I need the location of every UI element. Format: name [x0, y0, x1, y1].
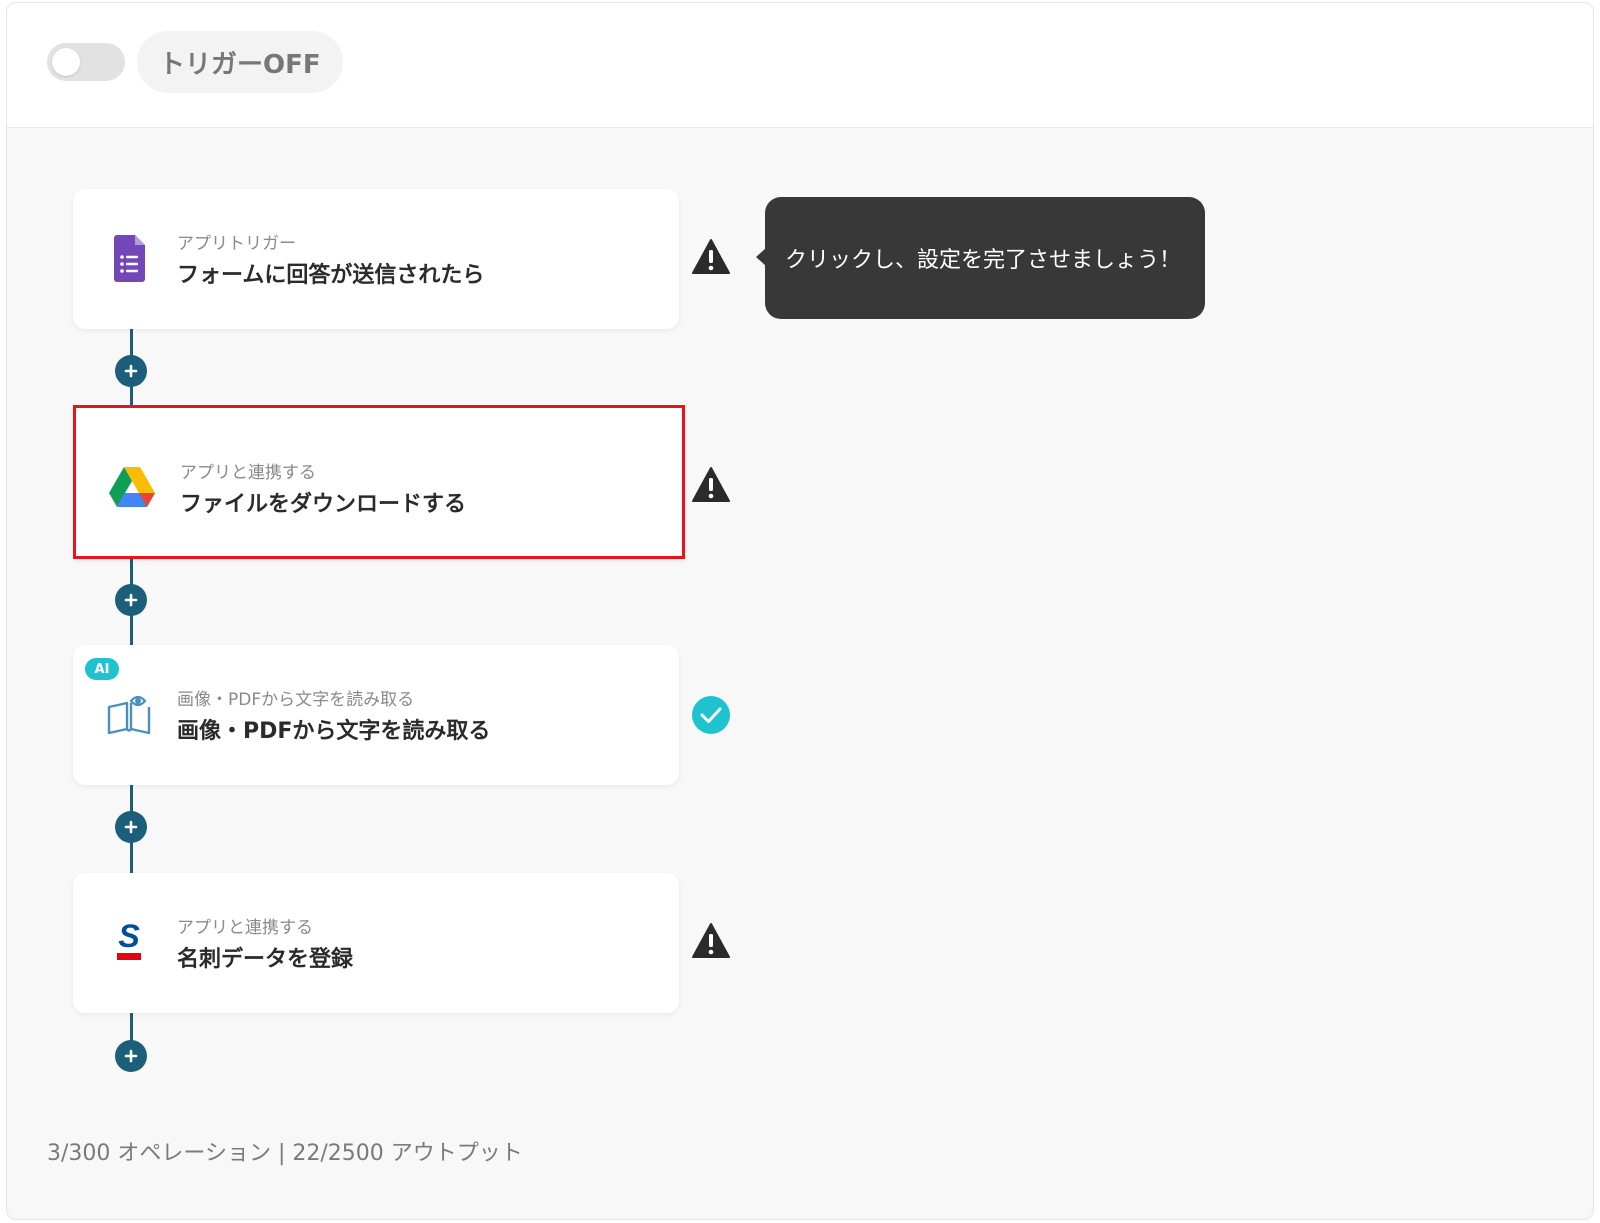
- add-step-button[interactable]: [115, 355, 147, 387]
- flow-editor: トリガーOFF アプリトリガー フォームに回答が送信されたら クリックし、設定を…: [6, 2, 1594, 1220]
- trigger-toggle[interactable]: [47, 43, 125, 81]
- add-step-button[interactable]: [115, 811, 147, 843]
- usage-counter: 3/300 オペレーション | 22/2500 アウトプット: [47, 1141, 523, 1166]
- top-bar: トリガーOFF: [7, 3, 1593, 128]
- step-card-drive-download[interactable]: アプリと連携する ファイルをダウンロードする: [73, 405, 685, 559]
- step-title: ファイルをダウンロードする: [180, 492, 467, 517]
- ai-badge: AI: [85, 658, 119, 680]
- step-category: アプリと連携する: [177, 918, 313, 938]
- check-complete-icon[interactable]: [691, 695, 731, 735]
- step-title: 名刺データを登録: [177, 947, 354, 972]
- trigger-status-label: トリガーOFF: [137, 31, 343, 93]
- warning-icon[interactable]: [691, 921, 731, 961]
- step-card-sansan[interactable]: S アプリと連携する 名刺データを登録: [73, 873, 679, 1013]
- warning-icon[interactable]: [691, 237, 731, 277]
- step-card-ocr[interactable]: 画像・PDFから文字を読み取る 画像・PDFから文字を読み取る: [73, 645, 679, 785]
- setup-tooltip: クリックし、設定を完了させましょう！: [756, 197, 1205, 319]
- warning-icon[interactable]: [691, 465, 731, 505]
- google-forms-icon: [114, 235, 145, 282]
- tooltip-text: クリックし、設定を完了させましょう！: [785, 248, 1182, 273]
- ocr-book-icon: [107, 695, 151, 735]
- svg-text:S: S: [118, 918, 140, 954]
- toggle-knob: [52, 48, 80, 76]
- add-step-button[interactable]: [115, 584, 147, 616]
- plus-icon: [124, 364, 138, 378]
- step-category: 画像・PDFから文字を読み取る: [177, 690, 415, 710]
- plus-icon: [124, 1049, 138, 1063]
- add-step-button[interactable]: [115, 1040, 147, 1072]
- plus-icon: [124, 593, 138, 607]
- google-drive-icon: [109, 467, 155, 507]
- step-title: 画像・PDFから文字を読み取る: [177, 719, 491, 744]
- step-category: アプリと連携する: [180, 463, 316, 483]
- step-card-form-trigger[interactable]: アプリトリガー フォームに回答が送信されたら: [73, 189, 679, 329]
- plus-icon: [124, 820, 138, 834]
- step-category: アプリトリガー: [177, 234, 296, 254]
- step-title: フォームに回答が送信されたら: [177, 263, 485, 288]
- sansan-icon: S: [117, 918, 141, 960]
